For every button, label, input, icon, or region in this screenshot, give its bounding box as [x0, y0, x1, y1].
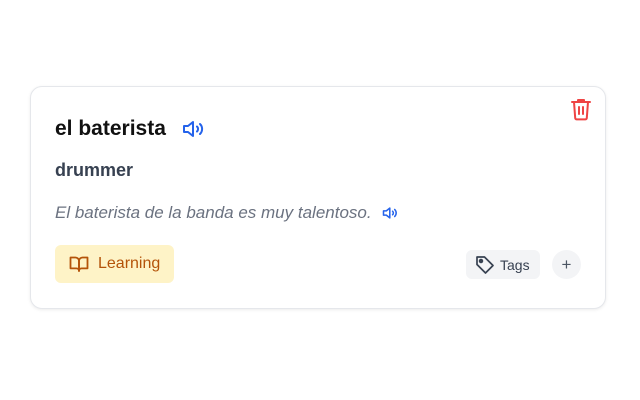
word-row: el baterista: [55, 117, 206, 141]
speak-example-button[interactable]: [382, 206, 399, 220]
vocab-card: el baterista drummer El baterista de la …: [30, 86, 606, 309]
speaker-icon: [382, 207, 397, 219]
example-row: El baterista de la banda es muy talentos…: [55, 203, 399, 223]
example-sentence: El baterista de la banda es muy talentos…: [55, 203, 372, 222]
speaker-icon: [182, 121, 203, 137]
word-title: el baterista: [55, 117, 166, 140]
tag-icon: [476, 255, 494, 274]
translation-text: drummer: [55, 160, 134, 180]
tags-button[interactable]: Tags: [466, 250, 540, 279]
status-badge[interactable]: Learning: [55, 245, 175, 283]
delete-button[interactable]: [569, 97, 593, 121]
book-open-icon: [69, 256, 89, 272]
trash-icon: [571, 99, 591, 121]
tags-label: Tags: [500, 256, 530, 273]
add-tag-button[interactable]: +: [552, 250, 581, 279]
status-label: Learning: [98, 255, 161, 272]
speak-word-button[interactable]: [182, 119, 206, 139]
